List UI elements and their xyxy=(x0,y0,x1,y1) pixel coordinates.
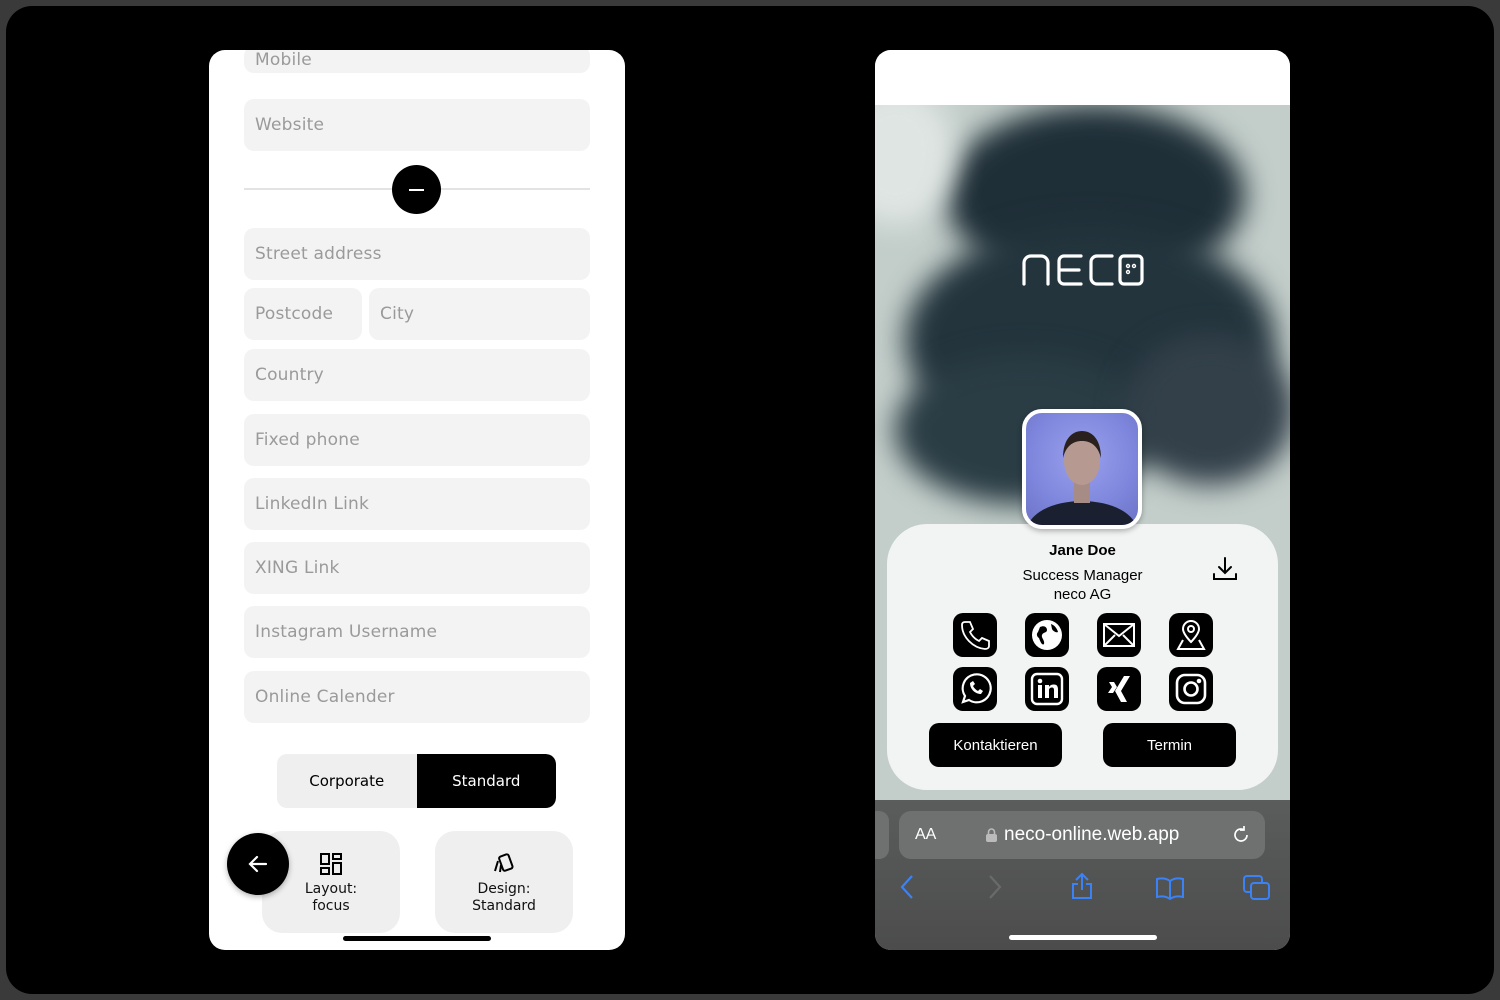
postcode-field[interactable]: Postcode xyxy=(244,288,362,340)
city-field[interactable]: City xyxy=(369,288,590,340)
mail-icon xyxy=(1103,623,1135,647)
design-button[interactable]: Design: Standard xyxy=(435,831,573,933)
website-field[interactable]: Website xyxy=(244,99,590,151)
back-button[interactable] xyxy=(227,833,289,895)
back-nav-icon[interactable] xyxy=(899,874,915,900)
remove-section-button[interactable] xyxy=(392,165,441,214)
xing-icon xyxy=(1108,676,1130,702)
address-bar[interactable]: AA neco-online.web.app xyxy=(899,811,1265,859)
browser-toolbar: AA neco-online.web.app xyxy=(875,800,1290,950)
text-size-button[interactable]: AA xyxy=(915,826,936,844)
contact-button[interactable]: Kontaktieren xyxy=(929,723,1062,767)
neco-logo xyxy=(875,253,1290,292)
calendar-field[interactable]: Online Calender xyxy=(244,671,590,723)
url-text: neco-online.web.app xyxy=(1004,824,1180,845)
share-icon[interactable] xyxy=(1070,872,1094,900)
editor-phone: Mobile Website Street address Postcode C… xyxy=(209,50,625,950)
design-cards-icon xyxy=(494,853,514,873)
country-field[interactable]: Country xyxy=(244,349,590,401)
instagram-button[interactable] xyxy=(1169,667,1213,711)
phone-button[interactable] xyxy=(953,613,997,657)
preview-phone: Jane Doe Success Manager neco AG Kontakti… xyxy=(875,50,1290,950)
email-button[interactable] xyxy=(1097,613,1141,657)
instagram-icon xyxy=(1175,673,1207,705)
xing-button[interactable] xyxy=(1097,667,1141,711)
home-indicator xyxy=(343,936,491,941)
status-area xyxy=(875,50,1290,105)
download-contact-button[interactable] xyxy=(1212,556,1238,587)
profile-company: neco AG xyxy=(1053,586,1112,603)
appointment-button[interactable]: Termin xyxy=(1103,723,1236,767)
tabs-icon[interactable] xyxy=(1243,875,1271,901)
profile-card: Jane Doe Success Manager neco AG Kontakti… xyxy=(887,524,1278,790)
reload-icon[interactable] xyxy=(1231,825,1251,845)
segment-corporate[interactable]: Corporate xyxy=(277,754,417,808)
map-pin-icon xyxy=(1176,620,1206,650)
download-icon xyxy=(1213,557,1237,580)
fixed-phone-field[interactable]: Fixed phone xyxy=(244,414,590,466)
avatar xyxy=(1022,409,1142,529)
street-field[interactable]: Street address xyxy=(244,228,590,280)
bookmarks-icon[interactable] xyxy=(1155,876,1185,900)
address-button[interactable] xyxy=(1169,613,1213,657)
linkedin-button[interactable] xyxy=(1025,667,1069,711)
whatsapp-icon xyxy=(961,673,992,704)
linkedin-field[interactable]: LinkedIn Link xyxy=(244,478,590,530)
linkedin-icon xyxy=(1030,672,1064,706)
arrow-left-icon xyxy=(248,855,268,873)
instagram-field[interactable]: Instagram Username xyxy=(244,606,590,658)
website-button[interactable] xyxy=(1025,613,1069,657)
forward-nav-icon[interactable] xyxy=(987,874,1003,900)
mode-segmented-control: Corporate Standard xyxy=(277,754,556,808)
phone-icon xyxy=(961,621,990,650)
xing-field[interactable]: XING Link xyxy=(244,542,590,594)
previous-tab[interactable] xyxy=(875,811,889,859)
segment-standard[interactable]: Standard xyxy=(416,754,556,808)
whatsapp-button[interactable] xyxy=(953,667,997,711)
mobile-field[interactable]: Mobile xyxy=(244,50,590,73)
globe-icon xyxy=(1032,620,1062,650)
minus-icon xyxy=(409,188,424,191)
layout-grid-icon xyxy=(320,853,342,875)
home-indicator xyxy=(1009,935,1157,940)
lock-icon xyxy=(986,828,997,842)
